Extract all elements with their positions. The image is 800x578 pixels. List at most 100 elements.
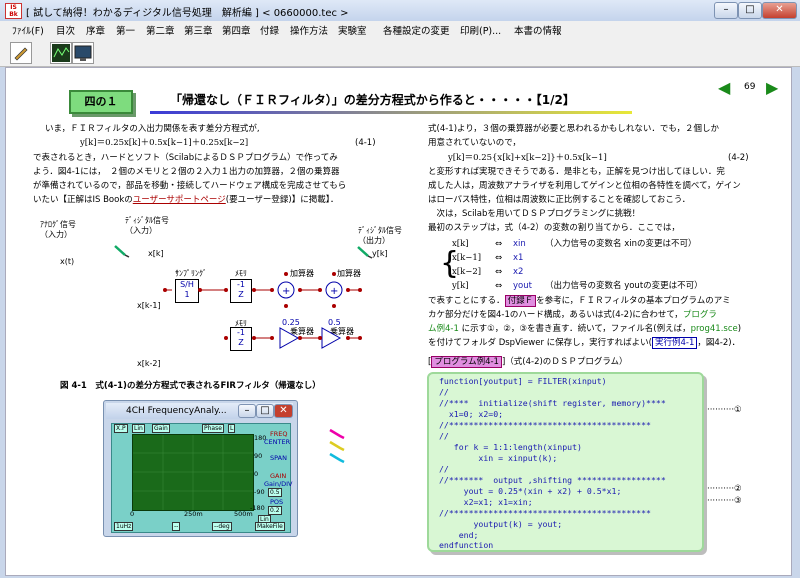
right-paragraph-4: 成した人は，周波数アナライザを利用してゲインと位相の各特性を調べて，ゲイン (428, 181, 741, 191)
file-name-example: prog41.sce (690, 324, 738, 334)
left-paragraph-1: いま，ＦＩＲフィルタの入出力関係を表す差分方程式が, (45, 124, 260, 134)
right-paragraph-8: で表すことにする． 付録Ｆ を参考に，ＦＩＲフィルタの基本プログラムのアミ (428, 295, 731, 308)
var-1-name: xin (513, 239, 526, 249)
analyzer-tab-gain[interactable]: Gain (152, 424, 170, 433)
xt-label: x(t) (60, 257, 75, 266)
answer-note-prefix: いたい【正解はIS Bookの (33, 195, 133, 205)
xk-label: x[k] (148, 249, 164, 258)
title-bar: IS Bk [ 試して納得！わかるディジタル信号処理 解析編 ] < 066000… (0, 0, 800, 22)
freq-readout: 1uHz (114, 522, 134, 531)
y-tick-2: 90 (254, 452, 263, 460)
analyzer-close-button[interactable]: ✕ (274, 404, 293, 418)
appendix-ref-prefix: で表すことにする． (428, 296, 505, 306)
analyzer-tab-lin[interactable]: Lin (132, 424, 145, 433)
code-line: x1=0; x2=0; (439, 409, 504, 419)
maximize-button[interactable]: □ (738, 2, 762, 19)
edit-icon[interactable] (10, 42, 32, 64)
analyzer-tab-l[interactable]: L (228, 424, 236, 433)
menu-ch4[interactable]: 第四章 (222, 23, 251, 37)
xk1-label: x[k-1] (137, 301, 161, 310)
code-line: x2=x1; x1=xin; (439, 497, 533, 507)
yk-label: y[k] (372, 249, 388, 258)
menu-prologue[interactable]: 序章 (86, 23, 105, 37)
user-support-link[interactable]: ユーザーサポートページ (133, 195, 226, 205)
scope-icon[interactable] (50, 42, 72, 64)
analyzer-plot (132, 434, 254, 511)
center-label: CENTER (264, 438, 291, 446)
program-ref-prefix: カケ部分だけを図4-1のハード構成，あるいは式(4-2)に合わせて， (428, 310, 683, 320)
right-paragraph-3: と変形すれば実現できそうである．是非とも，正解を見つけ出してほしい．完 (428, 167, 725, 177)
code-line: end; (439, 530, 479, 540)
analyzer-tab-xp[interactable]: X.P (114, 424, 128, 433)
analyzer-panel: X.P Lin Gain Phase L 180 90 0 -90 -180 0… (111, 423, 293, 533)
monitor-icon[interactable] (72, 42, 94, 64)
prev-page-icon[interactable]: ◀ (718, 78, 730, 97)
var-2-symbol: x[k−1] (452, 253, 482, 263)
freq-label: FREQ (270, 430, 288, 438)
x-tick-3: 500m (234, 510, 253, 518)
var-3-arrow: ⇔ (495, 267, 503, 277)
pos-label: POS (270, 498, 284, 506)
probe-cyan-icon[interactable] (328, 452, 346, 467)
x-tick-2: 250m (184, 510, 203, 518)
page-title: 「帰還なし（ＦＩＲフィルタ）」の差分方程式から作ると・・・・・【1/2】 (170, 93, 575, 107)
menu-ch3[interactable]: 第三章 (184, 23, 213, 37)
menu-operation[interactable]: 操作方法 (290, 23, 328, 37)
analyzer-maximize-button[interactable]: □ (256, 404, 274, 418)
analyzer-minimize-button[interactable]: – (238, 404, 256, 418)
code-line: endfunction (439, 540, 494, 550)
code-box: function[youtput] = FILTER(xinput) // //… (427, 372, 704, 552)
probe-input-icon[interactable] (113, 243, 131, 262)
menu-print[interactable]: 印刷(P)... (460, 23, 501, 37)
diagram-wires: + + (163, 272, 362, 349)
analyzer-tab-phase[interactable]: Phase (202, 424, 224, 433)
minimize-button[interactable]: – (714, 2, 738, 19)
section-badge: 四の１ (69, 90, 133, 114)
left-paragraph-4: が準備されているので，部品を移動・接続してハードウェア構成を完成させてもら (33, 181, 347, 191)
gain-div-value[interactable]: 0.5 (268, 488, 282, 497)
window-title: [ 試して納得！わかるディジタル信号処理 解析編 ] < 0660000.tec… (26, 8, 349, 19)
svg-text:+: + (282, 286, 290, 297)
run-example-tag[interactable]: 実行例4-1 (652, 337, 698, 349)
appendix-f-tag[interactable]: 付録Ｆ (504, 295, 537, 307)
equation-4-2: y[k]＝0.25{x[k]+x[k−2]}＋0.5x[k−1] (448, 153, 607, 163)
next-page-icon[interactable]: ▶ (766, 78, 778, 97)
right-paragraph-10: ム例4-1 に示す①，②，③を書き直す．続いて，ファイル名(例えば，prog41… (428, 323, 741, 336)
pos-value[interactable]: 0.2 (268, 506, 282, 515)
program-link-part1[interactable]: プログラ (683, 310, 717, 320)
right-paragraph-6: 次は，Scilabを用いてＤＳＰプログラミングに挑戦！ (428, 209, 641, 219)
program-link-part2[interactable]: ム例4-1 (428, 324, 459, 334)
file-name-close: ) (737, 324, 742, 334)
equation-4-1-number: (4-1) (355, 138, 376, 148)
marker-3-symbol: ③ (734, 496, 742, 506)
var-1-note: （入力信号の変数名 xinの変更は不可） (545, 239, 697, 249)
close-button[interactable]: ✕ (762, 2, 797, 19)
program-example-tag[interactable]: プログラム例4-1 (431, 356, 502, 368)
code-line: // (439, 431, 449, 441)
page-number: 69 (744, 82, 756, 92)
menu-contents[interactable]: 目次 (56, 23, 75, 37)
menu-about[interactable]: 本書の情報 (514, 23, 562, 37)
left-paragraph-5: いたい【正解はIS Bookのユーザーサポートページ(要ユーザー登録)】に掲載】… (33, 194, 338, 207)
analyzer-title: 4CH FrequencyAnaly... (126, 406, 227, 416)
code-line: //******* output ,shifting *************… (439, 475, 666, 485)
menu-file[interactable]: ﾌｧｲﾙ(F) (12, 23, 44, 37)
menu-lab[interactable]: 実験室 (338, 23, 367, 37)
span-label: SPAN (270, 454, 287, 462)
menu-settings[interactable]: 各種設定の変更 (383, 23, 450, 37)
marker-2-symbol: ② (734, 484, 742, 494)
var-1-symbol: x[k] (452, 239, 469, 249)
menu-ch1[interactable]: 第一 (116, 23, 135, 37)
menu-ch2[interactable]: 第二章 (146, 23, 175, 37)
frequency-analyzer-window[interactable]: 4CH FrequencyAnaly... – □ ✕ X.P Lin Gain… (103, 400, 298, 537)
gain-div-label: Gain/DIV (264, 480, 293, 488)
probe-output-icon[interactable] (356, 244, 374, 263)
equation-4-2-number: (4-2) (728, 153, 749, 163)
y-tick-3: 0 (254, 470, 259, 478)
var-2-name: x1 (513, 253, 524, 263)
makefile-button[interactable]: MakeFile (255, 522, 285, 531)
right-paragraph-1: 式(4-1)より，３個の乗算器が必要と思われるかもしれない．でも，２個しか (428, 124, 719, 134)
menu-appendix[interactable]: 付録 (260, 23, 279, 37)
digital-output-label: ﾃﾞｨｼﾞﾀﾙ信号 （出力） (358, 226, 402, 245)
code-line: //**** initialize(shift register, memory… (439, 398, 666, 408)
